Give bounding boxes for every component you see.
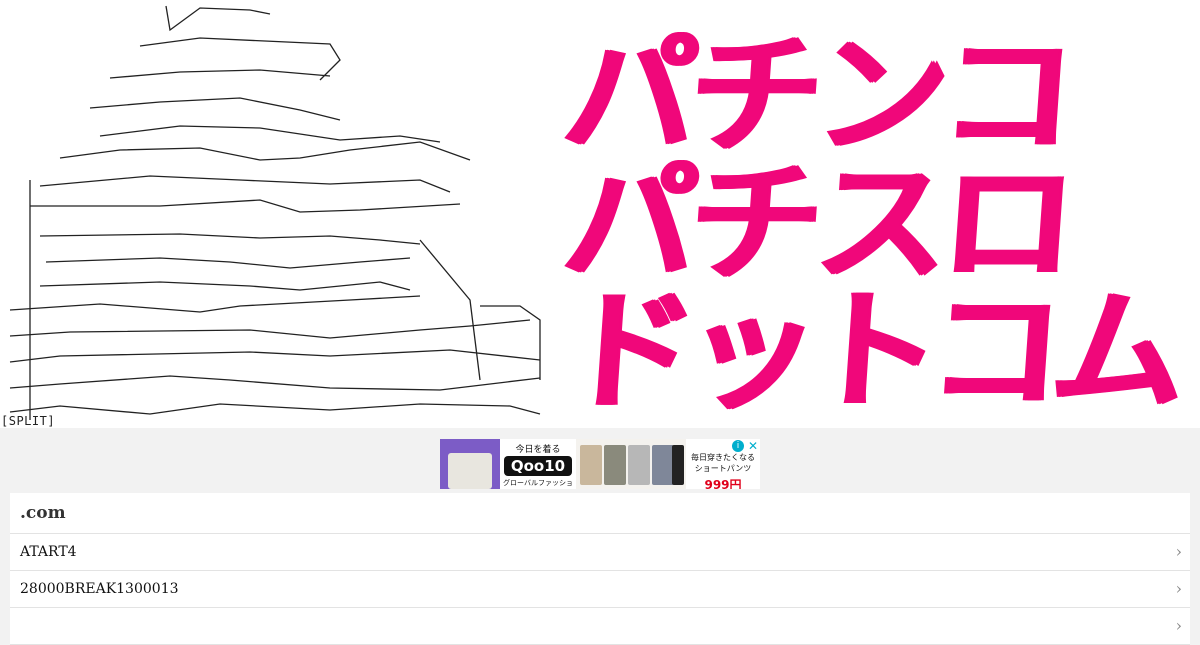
list-item-label: 28000BREAK1300013 bbox=[20, 581, 179, 597]
logo-line-3: ドットコム bbox=[558, 275, 1180, 428]
ascii-art-split-label: [SPLIT] bbox=[1, 414, 56, 428]
list-title: .com bbox=[10, 493, 1190, 534]
logo-line-1: パチンコ bbox=[558, 19, 1074, 173]
ascii-art-lines bbox=[9, 5, 541, 420]
site-logo[interactable]: パチンコ パチスロ ドットコム bbox=[556, 19, 1196, 428]
chevron-right-icon: › bbox=[1175, 579, 1182, 598]
ad-product-image-2[interactable] bbox=[576, 439, 686, 489]
link-list: .com ATART4 › 28000BREAK1300013 › › bbox=[10, 493, 1190, 645]
list-item[interactable]: ATART4 › bbox=[10, 534, 1190, 571]
ascii-art-illustration: [SPLIT] bbox=[0, 0, 560, 428]
ad-price: 999円 bbox=[704, 478, 742, 489]
chevron-right-icon: › bbox=[1175, 616, 1182, 635]
list-item-label: ATART4 bbox=[20, 544, 77, 560]
ad-promo-line-1: 毎日穿きたくなる bbox=[691, 453, 755, 462]
chevron-right-icon: › bbox=[1175, 542, 1182, 561]
ad-promo-line-2: ショートパンツ bbox=[694, 464, 752, 473]
ad-brand-logo[interactable]: 今日を着る Qoo10 グローバルファッション bbox=[500, 439, 576, 489]
ad-brand-subtitle: グローバルファッション bbox=[503, 479, 573, 487]
close-icon[interactable]: ✕ bbox=[747, 440, 759, 452]
logo-line-2: パチスロ bbox=[558, 147, 1074, 301]
ad-product-image-1[interactable] bbox=[440, 439, 500, 489]
ad-brand-tagline: 今日を着る bbox=[515, 445, 561, 455]
info-icon[interactable]: i bbox=[732, 440, 744, 452]
ad-banner[interactable]: 今日を着る Qoo10 グローバルファッション 毎日穿きたくなる ショートパンツ… bbox=[440, 439, 760, 489]
ad-brand-name: Qoo10 bbox=[504, 456, 572, 476]
header-banner[interactable]: [SPLIT] パチンコ パチスロ ドットコム bbox=[0, 0, 1200, 428]
list-item[interactable]: › bbox=[10, 608, 1190, 645]
list-item[interactable]: 28000BREAK1300013 › bbox=[10, 571, 1190, 608]
